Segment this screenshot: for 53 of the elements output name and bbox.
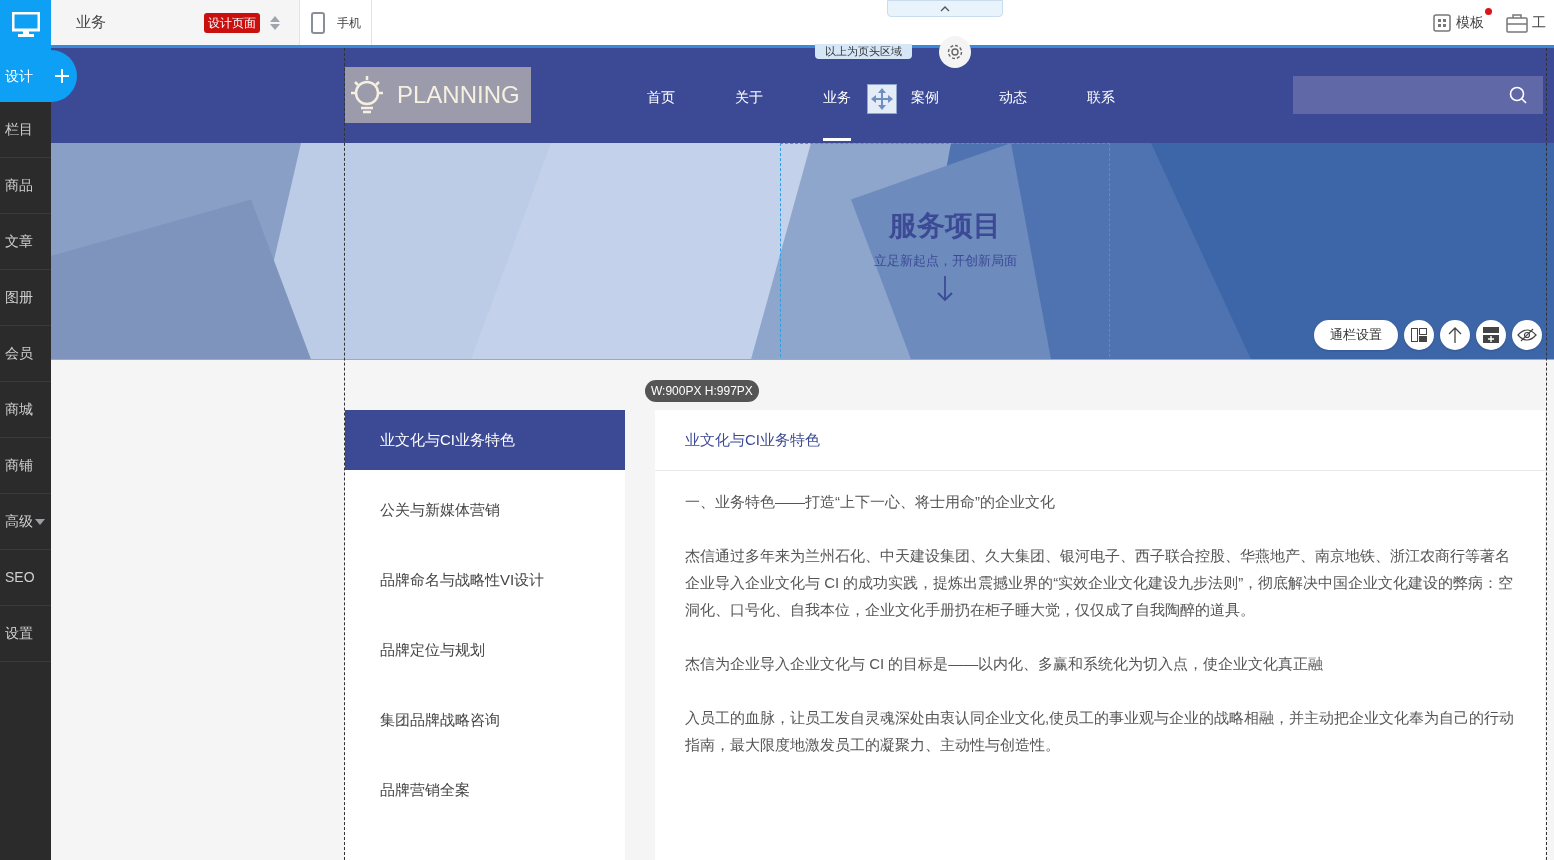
nav-link[interactable]: 案例 (911, 82, 939, 141)
region-label: 以上为页头区域 (815, 44, 912, 60)
article-paragraph: 一、业务特色——打造“上下一心、将士用命”的企业文化 (685, 492, 1056, 512)
nav-link[interactable]: 动态 (999, 82, 1027, 141)
side-menu-item[interactable]: 业文化与CI业务特色 (345, 410, 625, 470)
side-menu-item[interactable]: 公关与新媒体营销 (345, 470, 625, 540)
side-menu-item[interactable]: 品牌营销全案 (345, 750, 625, 820)
sidebar-item[interactable]: 会员 (0, 326, 51, 381)
chevron-up-icon (940, 5, 950, 12)
sidebar-item[interactable]: 商城 (0, 382, 51, 437)
sidebar-item[interactable]: 商铺 (0, 438, 51, 493)
phone-icon (310, 11, 325, 34)
caret-icon (35, 518, 45, 525)
sidebar-item[interactable]: 设置 (0, 606, 51, 661)
nav-link[interactable]: 首页 (647, 82, 675, 141)
sidebar-item[interactable]: 栏目 (0, 102, 51, 157)
article-paragraph: 杰信通过多年来为兰州石化、中天建设集团、久大集团、银河电子、西子联合控股、华燕地产、南京地铁、浙江农商行等著名企业导入企业文化与 CI 的成功实践，提炼出震撼业界的“实效企业文化建设九步法则”，彻底解决中国企业文化建设的弊病：空洞化、口号化、自我本位，企业文化手册扔在柜子睡大觉，仅仅成了自我陶醉的道具。 (685, 546, 1515, 620)
article-paragraph: 入员工的血脉，让员工发自灵魂深处由衷认同企业文化,使员工的事业观与企业的战略相融，并主动把企业文化奉为自己的行动指南，最大限度地激发员工的凝聚力、主动性与创造性。 (685, 708, 1515, 755)
nav-link[interactable]: 关于 (735, 82, 763, 141)
arrow-down-icon (937, 276, 953, 303)
monitor-icon[interactable] (11, 12, 40, 38)
sidebar-item[interactable]: 商品 (0, 158, 51, 213)
briefcase-icon (1506, 12, 1528, 33)
eye-off-icon (1517, 328, 1537, 342)
side-menu-item[interactable]: 品牌命名与战略性VI设计 (345, 540, 625, 610)
sidebar-item[interactable]: 图册 (0, 270, 51, 325)
nav-link[interactable]: 联系 (1087, 82, 1115, 141)
move-handle-icon[interactable] (867, 84, 897, 115)
page-badge: 设计页面 (204, 12, 260, 33)
layout-icon (1411, 328, 1427, 342)
page-name: 业务 (76, 12, 107, 33)
settings-button[interactable] (939, 36, 971, 69)
sidebar-item[interactable]: SEO (0, 550, 51, 605)
tools-button[interactable]: 工 (1506, 8, 1554, 38)
template-button[interactable]: 模板 (1432, 8, 1492, 38)
article-title: 业文化与CI业务特色 (685, 429, 820, 450)
sidebar-item[interactable]: 文章 (0, 214, 51, 269)
logo-text: PLANNING (397, 80, 520, 111)
plus-icon (55, 69, 69, 83)
nav-link[interactable]: 业务 (823, 82, 851, 141)
search-field[interactable] (1293, 76, 1543, 115)
gear-icon (946, 43, 964, 62)
arrow-up-icon (1448, 327, 1462, 343)
banner-subtitle: 立足新起点，开创新局面 (873, 251, 1017, 270)
banner-title: 服务项目 (889, 208, 1001, 243)
size-badge: W:900PX H:997PX (645, 380, 759, 402)
add-section-icon (1483, 327, 1499, 343)
grid-icon (1432, 12, 1452, 33)
sidebar-item[interactable]: 高级 (0, 494, 51, 549)
side-menu-item[interactable]: 品牌定位与规划 (345, 610, 625, 680)
search-icon (1509, 86, 1527, 105)
article-paragraph: 杰信为企业导入企业文化与 CI 的目标是——以内化、多赢和系统化为切入点，使企业文化真正融 (685, 654, 1325, 674)
side-menu-item[interactable]: 集团品牌战略咨询 (345, 680, 625, 750)
